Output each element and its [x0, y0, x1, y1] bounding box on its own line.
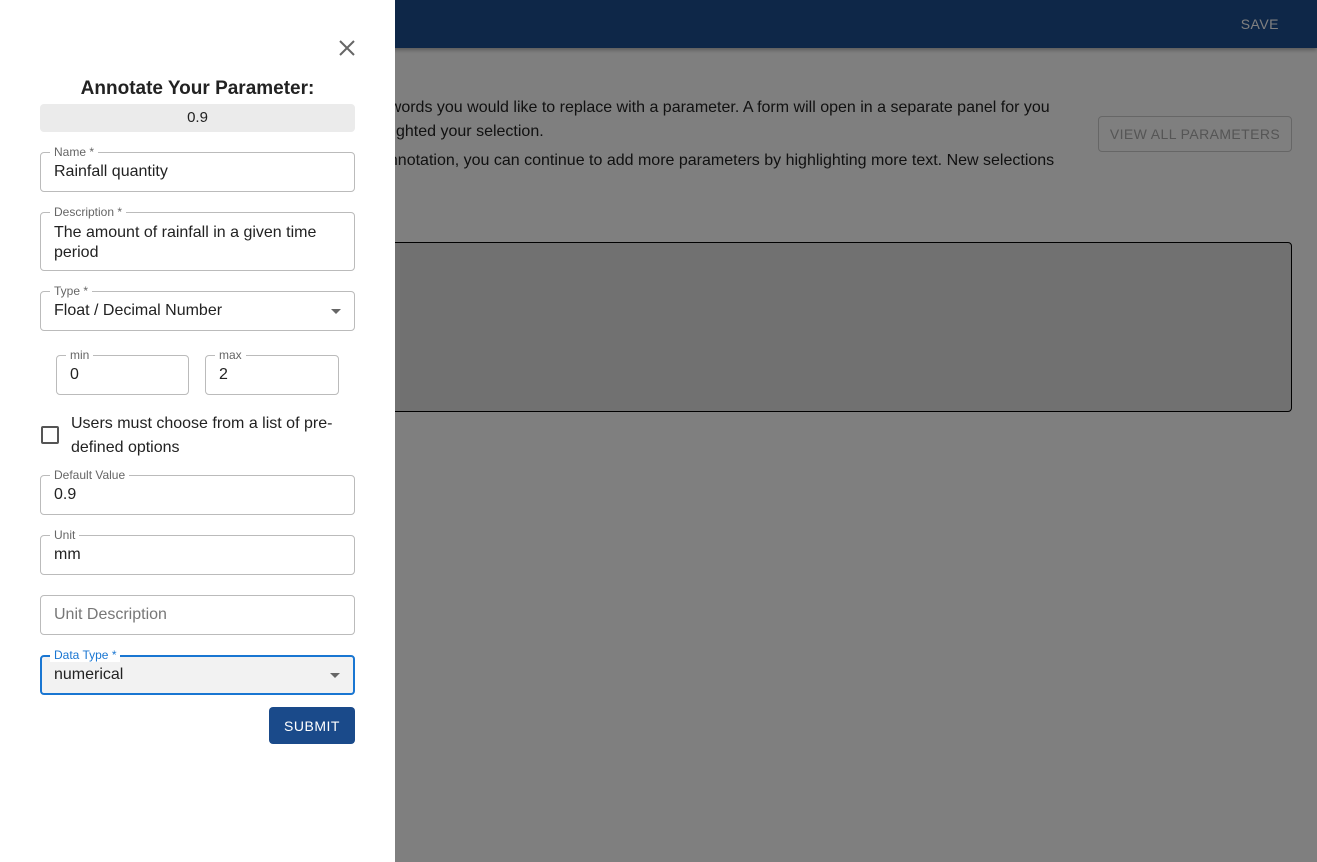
max-value: 2 [219, 366, 228, 383]
max-field[interactable]: max 2 [205, 348, 339, 395]
default-value-label: Default Value [50, 468, 130, 482]
unit-value: mm [54, 546, 81, 563]
unit-field[interactable]: Unit mm [40, 528, 355, 575]
predefined-options-checkbox[interactable] [41, 426, 59, 444]
min-value: 0 [70, 366, 79, 383]
min-label: min [66, 348, 94, 362]
predefined-options-label: Users must choose from a list of pre-def… [71, 415, 333, 456]
default-value-field[interactable]: Default Value 0.9 [40, 468, 355, 515]
unit-description-field[interactable]: Unit Description [40, 595, 355, 635]
name-label: Name * [50, 145, 99, 159]
type-select[interactable]: Type * Float / Decimal Number [40, 284, 355, 331]
description-value: The amount of rainfall in a given time [54, 224, 317, 241]
name-value: Rainfall quantity [54, 163, 168, 180]
data-type-select[interactable]: Data Type * numerical [40, 648, 355, 695]
submit-button[interactable]: SUBMIT [269, 707, 355, 744]
selected-text: 0.9 [40, 104, 355, 132]
description-label: Description * [50, 205, 127, 219]
close-icon[interactable] [336, 37, 358, 59]
unit-description-placeholder: Unit Description [54, 606, 167, 623]
description-value: period [54, 244, 99, 261]
data-type-value: numerical [54, 666, 124, 683]
dropdown-arrow-icon [330, 672, 340, 678]
data-type-label: Data Type * [50, 648, 121, 662]
description-field[interactable]: Description * The amount of rainfall in … [40, 205, 355, 271]
max-label: max [215, 348, 246, 362]
drawer-title: Annotate Your Parameter: [80, 78, 315, 99]
default-value-value: 0.9 [54, 486, 77, 503]
type-value: Float / Decimal Number [54, 302, 223, 319]
type-label: Type * [50, 284, 93, 298]
name-field[interactable]: Name * Rainfall quantity [40, 145, 355, 192]
dropdown-arrow-icon [331, 308, 341, 314]
min-field[interactable]: min 0 [56, 348, 189, 395]
annotation-drawer: Annotate Your Parameter: 0.9 Name * Rain… [0, 0, 395, 862]
unit-label: Unit [50, 528, 80, 542]
